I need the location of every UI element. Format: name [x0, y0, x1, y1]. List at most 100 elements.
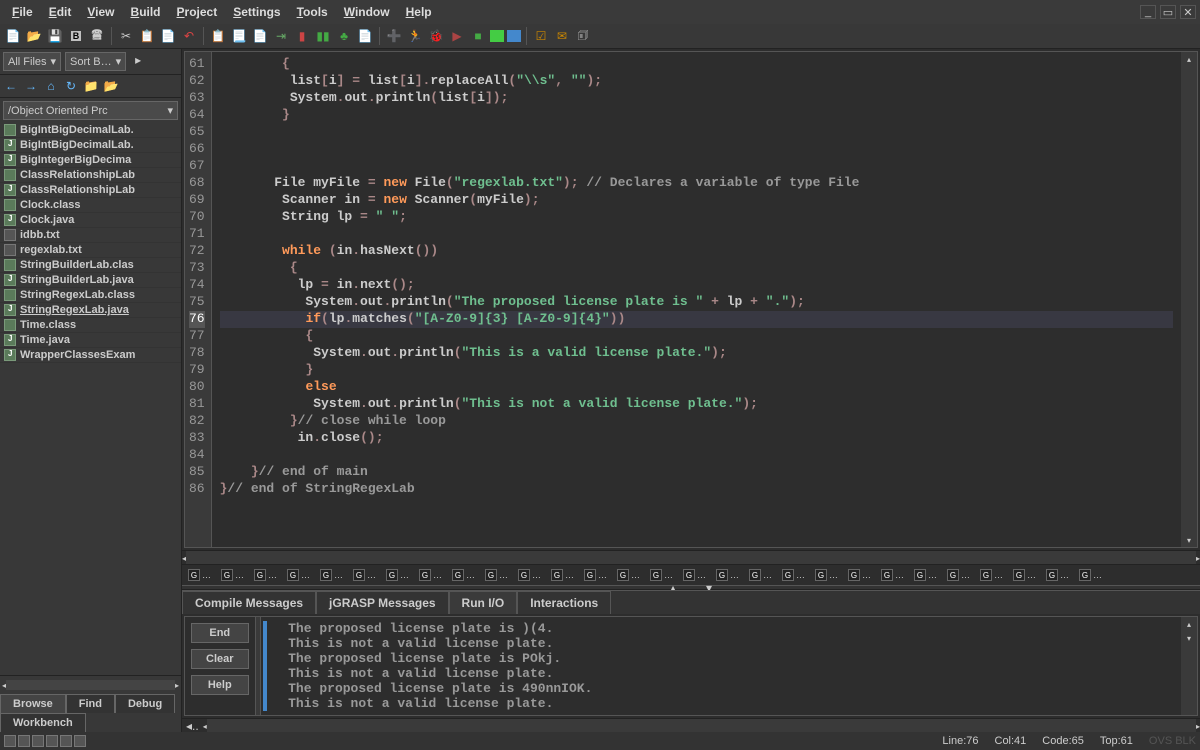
remove-csd-icon[interactable]: 📃 [230, 27, 248, 45]
back-icon[interactable]: ← [3, 78, 19, 94]
open-icon[interactable]: 📂 [25, 27, 43, 45]
uml-icon[interactable]: ♣ [335, 27, 353, 45]
status-icon[interactable] [18, 735, 30, 747]
file-item[interactable]: ClassRelationshipLab [0, 168, 181, 183]
menu-settings[interactable]: Settings [225, 2, 288, 22]
file-tab[interactable]: G… [1042, 567, 1073, 583]
cut-icon[interactable]: ✂ [117, 27, 135, 45]
doc-icon[interactable]: 📄 [356, 27, 374, 45]
compile-icon[interactable]: ➕ [385, 27, 403, 45]
maximize-icon[interactable]: ▭ [1160, 5, 1176, 19]
file-tab[interactable]: G… [283, 567, 314, 583]
file-item[interactable]: BigIntBigDecimalLab. [0, 138, 181, 153]
editor-hscroll[interactable]: ◂▸ [182, 550, 1200, 564]
file-tab[interactable]: G… [745, 567, 776, 583]
file-item[interactable]: BigIntegerBigDecima [0, 153, 181, 168]
file-tab[interactable]: G… [184, 567, 215, 583]
file-tab[interactable]: G… [250, 567, 281, 583]
file-item[interactable]: StringBuilderLab.java [0, 273, 181, 288]
output-tab-run-i-o[interactable]: Run I/O [449, 591, 518, 614]
sidebar-tab-browse[interactable]: Browse [0, 694, 66, 713]
file-tab[interactable]: G… [349, 567, 380, 583]
blue-sq-icon[interactable] [507, 30, 521, 42]
home-icon[interactable]: ⌂ [43, 78, 59, 94]
check-icon[interactable]: ☑ [532, 27, 550, 45]
chart2-icon[interactable]: ▮▮ [314, 27, 332, 45]
file-tab[interactable]: G… [811, 567, 842, 583]
sidebar-tab-debug[interactable]: Debug [115, 694, 175, 713]
file-tab[interactable]: G… [712, 567, 743, 583]
linenum-icon[interactable]: 📄 [251, 27, 269, 45]
help-button[interactable]: Help [191, 675, 249, 695]
file-tab[interactable]: G… [316, 567, 347, 583]
file-item[interactable]: Time.java [0, 333, 181, 348]
debug-icon[interactable]: 🐞 [427, 27, 445, 45]
sidebar-tab-workbench[interactable]: Workbench [0, 713, 86, 732]
save-icon[interactable]: 💾 [46, 27, 64, 45]
file-tab[interactable]: G… [1009, 567, 1040, 583]
output-vscroll[interactable]: ▴▾ [1181, 617, 1197, 715]
stop-icon[interactable]: ■ [469, 27, 487, 45]
run2-icon[interactable]: ▶ [448, 27, 466, 45]
folder-icon[interactable]: 📂 [103, 78, 119, 94]
file-tab[interactable]: G… [580, 567, 611, 583]
clear-button[interactable]: Clear [191, 649, 249, 669]
sidebar-tab-find[interactable]: Find [66, 694, 115, 713]
output-hscroll[interactable]: ◂.. ◂▸ [182, 718, 1200, 732]
sidebar-hscroll[interactable]: ◂▸ [0, 675, 181, 694]
output-tab-jgrasp-messages[interactable]: jGRASP Messages [316, 591, 449, 614]
output-divider[interactable] [255, 617, 261, 715]
output-console[interactable]: The proposed license plate is )(4. This … [269, 617, 1181, 715]
file-tab[interactable]: G… [1075, 567, 1106, 583]
fwd-icon[interactable]: → [23, 78, 39, 94]
file-tab[interactable]: G… [448, 567, 479, 583]
list-icon[interactable]: 🗊 [574, 27, 592, 45]
csd-icon[interactable]: 📋 [209, 27, 227, 45]
file-tab[interactable]: G… [547, 567, 578, 583]
green-sq-icon[interactable] [490, 30, 504, 42]
file-item[interactable]: StringRegexLab.java [0, 303, 181, 318]
file-item[interactable]: Time.class [0, 318, 181, 333]
bookmark-icon[interactable]: B [67, 27, 85, 45]
paste-icon[interactable]: 📄 [159, 27, 177, 45]
file-item[interactable]: StringBuilderLab.clas [0, 258, 181, 273]
menu-view[interactable]: View [79, 2, 122, 22]
close-icon[interactable]: ✕ [1180, 5, 1196, 19]
refresh-icon[interactable]: ↻ [63, 78, 79, 94]
print-icon[interactable]: 🖀 [88, 27, 106, 45]
output-left-arrows[interactable]: ◂.. [182, 719, 203, 732]
scroll-down-icon[interactable]: ▾ [1181, 533, 1197, 547]
file-item[interactable]: Clock.class [0, 198, 181, 213]
path-field[interactable]: /Object Oriented Prc▾ [3, 101, 178, 120]
mail-icon[interactable]: ✉ [553, 27, 571, 45]
output-tab-compile-messages[interactable]: Compile Messages [182, 591, 316, 614]
status-icon[interactable] [4, 735, 16, 747]
menu-window[interactable]: Window [336, 2, 398, 22]
status-icon[interactable] [74, 735, 86, 747]
up-icon[interactable]: 📁 [83, 78, 99, 94]
file-item[interactable]: regexlab.txt [0, 243, 181, 258]
menu-build[interactable]: Build [123, 2, 169, 22]
minimize-icon[interactable]: _ [1140, 5, 1156, 19]
new-file-icon[interactable]: 📄 [4, 27, 22, 45]
file-tab[interactable]: G… [910, 567, 941, 583]
file-tab[interactable]: G… [844, 567, 875, 583]
menu-tools[interactable]: Tools [289, 2, 336, 22]
indent-icon[interactable]: ⇥ [272, 27, 290, 45]
menu-edit[interactable]: Edit [41, 2, 80, 22]
file-item[interactable]: Clock.java [0, 213, 181, 228]
run-icon[interactable]: 🏃 [406, 27, 424, 45]
chart-icon[interactable]: ▮ [293, 27, 311, 45]
file-tab[interactable]: G… [877, 567, 908, 583]
filter-combo[interactable]: All Files▾ [3, 52, 61, 71]
file-item[interactable]: idbb.txt [0, 228, 181, 243]
code-editor[interactable]: { list[i] = list[i].replaceAll("\\s", ""… [212, 52, 1181, 547]
copy-icon[interactable]: 📋 [138, 27, 156, 45]
editor-vscroll[interactable]: ▴ ▾ [1181, 52, 1197, 547]
file-tab[interactable]: G… [415, 567, 446, 583]
status-icon[interactable] [46, 735, 58, 747]
file-tab[interactable]: G… [943, 567, 974, 583]
file-item[interactable]: WrapperClassesExam [0, 348, 181, 363]
menu-help[interactable]: Help [398, 2, 440, 22]
undo-icon[interactable]: ↶ [180, 27, 198, 45]
